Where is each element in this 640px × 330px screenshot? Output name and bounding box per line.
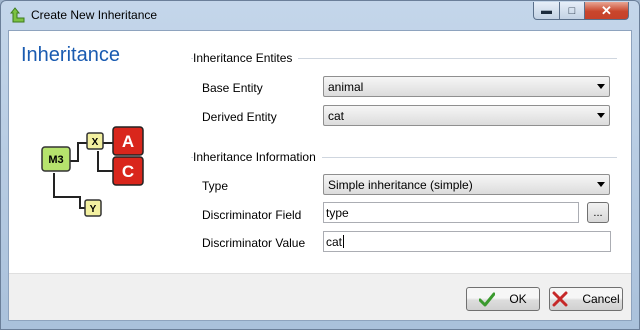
- inheritance-diagram-icon: M3 X A C Y: [41, 126, 144, 217]
- window-title: Create New Inheritance: [31, 8, 158, 22]
- discriminator-field-value: type: [326, 206, 349, 220]
- text-caret: [343, 235, 345, 248]
- node-y-label: Y: [90, 204, 97, 215]
- node-a: A: [112, 126, 144, 156]
- base-entity-label: Base Entity: [202, 81, 263, 95]
- discriminator-field-label: Discriminator Field: [202, 208, 302, 222]
- info-group-title: Inheritance Information: [193, 150, 322, 164]
- chevron-down-icon: [597, 84, 605, 89]
- entities-group-title: Inheritance Entites: [193, 51, 299, 65]
- derived-entity-select[interactable]: cat: [323, 105, 610, 126]
- type-value: Simple inheritance (simple): [328, 178, 473, 192]
- node-y: Y: [84, 199, 102, 217]
- dialog-window: Create New Inheritance ▬ □ ✕ Inheritance…: [0, 0, 640, 330]
- node-x: X: [86, 132, 104, 150]
- chevron-down-icon: [597, 113, 605, 118]
- derived-entity-value: cat: [328, 109, 345, 123]
- discriminator-value-value: cat: [326, 235, 343, 249]
- discriminator-field-input[interactable]: type: [323, 202, 579, 223]
- chevron-down-icon: [597, 182, 605, 187]
- base-entity-value: animal: [328, 80, 364, 94]
- node-m3-label: M3: [48, 154, 63, 166]
- browse-field-button[interactable]: ...: [587, 202, 609, 223]
- discriminator-value-input[interactable]: cat: [323, 231, 611, 252]
- minimize-button[interactable]: ▬: [533, 2, 560, 20]
- node-m3: M3: [41, 146, 71, 172]
- close-button[interactable]: ✕: [584, 2, 629, 20]
- browse-field-button-label: ...: [593, 206, 603, 219]
- dialog-body: Inheritance M3 X A C Y Inheritance Entit…: [8, 30, 632, 321]
- derived-entity-label: Derived Entity: [202, 110, 277, 124]
- check-icon: [479, 292, 496, 307]
- discriminator-value-text: cat: [326, 235, 345, 249]
- node-x-label: X: [92, 137, 99, 148]
- node-c: C: [112, 156, 144, 186]
- type-select[interactable]: Simple inheritance (simple): [323, 174, 610, 195]
- type-label: Type: [202, 179, 229, 193]
- button-bar: OK Cancel: [9, 273, 631, 320]
- cancel-button-label: Cancel: [582, 292, 620, 306]
- inheritance-arrow-icon: [10, 7, 25, 23]
- title-bar[interactable]: Create New Inheritance ▬ □ ✕: [1, 1, 639, 29]
- maximize-icon: □: [568, 4, 576, 17]
- node-a-label: A: [122, 132, 134, 151]
- node-c-label: C: [122, 162, 134, 181]
- ok-button[interactable]: OK: [466, 287, 540, 311]
- cancel-x-icon: [552, 291, 568, 307]
- maximize-button[interactable]: □: [559, 2, 585, 20]
- cancel-button[interactable]: Cancel: [549, 287, 623, 311]
- minimize-icon: ▬: [541, 4, 552, 17]
- page-title: Inheritance: [21, 44, 120, 66]
- ok-button-label: OK: [509, 292, 527, 306]
- base-entity-select[interactable]: animal: [323, 76, 610, 97]
- close-icon: ✕: [601, 2, 612, 18]
- discriminator-value-label: Discriminator Value: [202, 236, 306, 250]
